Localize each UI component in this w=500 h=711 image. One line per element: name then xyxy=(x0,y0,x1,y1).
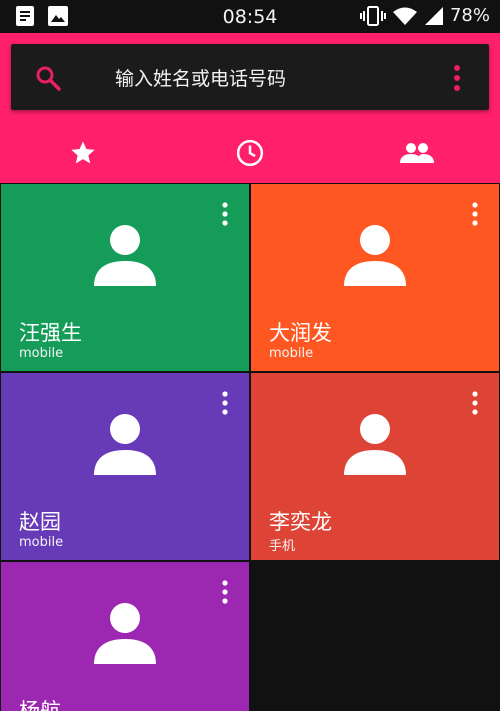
signal-icon xyxy=(424,6,443,25)
contact-name: 杨航 xyxy=(19,699,61,711)
person-icon xyxy=(344,414,406,475)
contact-phone-label: mobile xyxy=(19,535,64,550)
contact-phone-label: 手机 xyxy=(269,539,296,554)
contact-card[interactable]: 汪强生 mobile xyxy=(1,184,249,371)
contact-card[interactable]: 赵园 mobile xyxy=(1,373,249,560)
contact-card[interactable]: 大润发 mobile xyxy=(251,184,499,371)
star-icon xyxy=(71,141,95,164)
wifi-icon xyxy=(392,7,417,25)
more-vert-icon[interactable] xyxy=(452,64,462,92)
app-header: 输入姓名或电话号码 xyxy=(0,33,500,183)
more-vert-icon[interactable] xyxy=(221,580,229,604)
person-icon xyxy=(94,603,156,664)
contact-phone-label: mobile xyxy=(19,346,64,361)
clock-icon xyxy=(236,139,264,167)
tab-bar xyxy=(0,131,500,175)
contact-name: 汪强生 xyxy=(19,321,82,345)
contact-grid: 汪强生 mobile 大润发 mobile 赵园 mobile 李奕龙 手机 杨… xyxy=(0,183,500,711)
contact-name: 李奕龙 xyxy=(269,510,332,534)
tab-favorites[interactable] xyxy=(0,131,167,175)
more-vert-icon[interactable] xyxy=(471,391,479,415)
contact-card[interactable]: 李奕龙 手机 xyxy=(251,373,499,560)
more-vert-icon[interactable] xyxy=(221,202,229,226)
person-icon xyxy=(94,225,156,286)
battery-percent: 78% xyxy=(449,5,490,26)
more-vert-icon[interactable] xyxy=(471,202,479,226)
contact-name: 大润发 xyxy=(269,321,332,345)
people-icon xyxy=(399,143,434,163)
search-icon[interactable] xyxy=(35,65,61,91)
contact-name: 赵园 xyxy=(19,510,61,534)
search-input[interactable]: 输入姓名或电话号码 xyxy=(115,64,286,91)
search-bar[interactable]: 输入姓名或电话号码 xyxy=(11,44,489,110)
tab-contacts[interactable] xyxy=(333,131,500,175)
contact-phone-label: mobile xyxy=(269,346,314,361)
tab-recent[interactable] xyxy=(167,131,334,175)
contact-card[interactable]: 杨航 xyxy=(1,562,249,711)
vibrate-icon xyxy=(359,5,386,26)
more-vert-icon[interactable] xyxy=(221,391,229,415)
person-icon xyxy=(94,414,156,475)
person-icon xyxy=(344,225,406,286)
status-bar: 08:54 78% xyxy=(0,0,500,33)
